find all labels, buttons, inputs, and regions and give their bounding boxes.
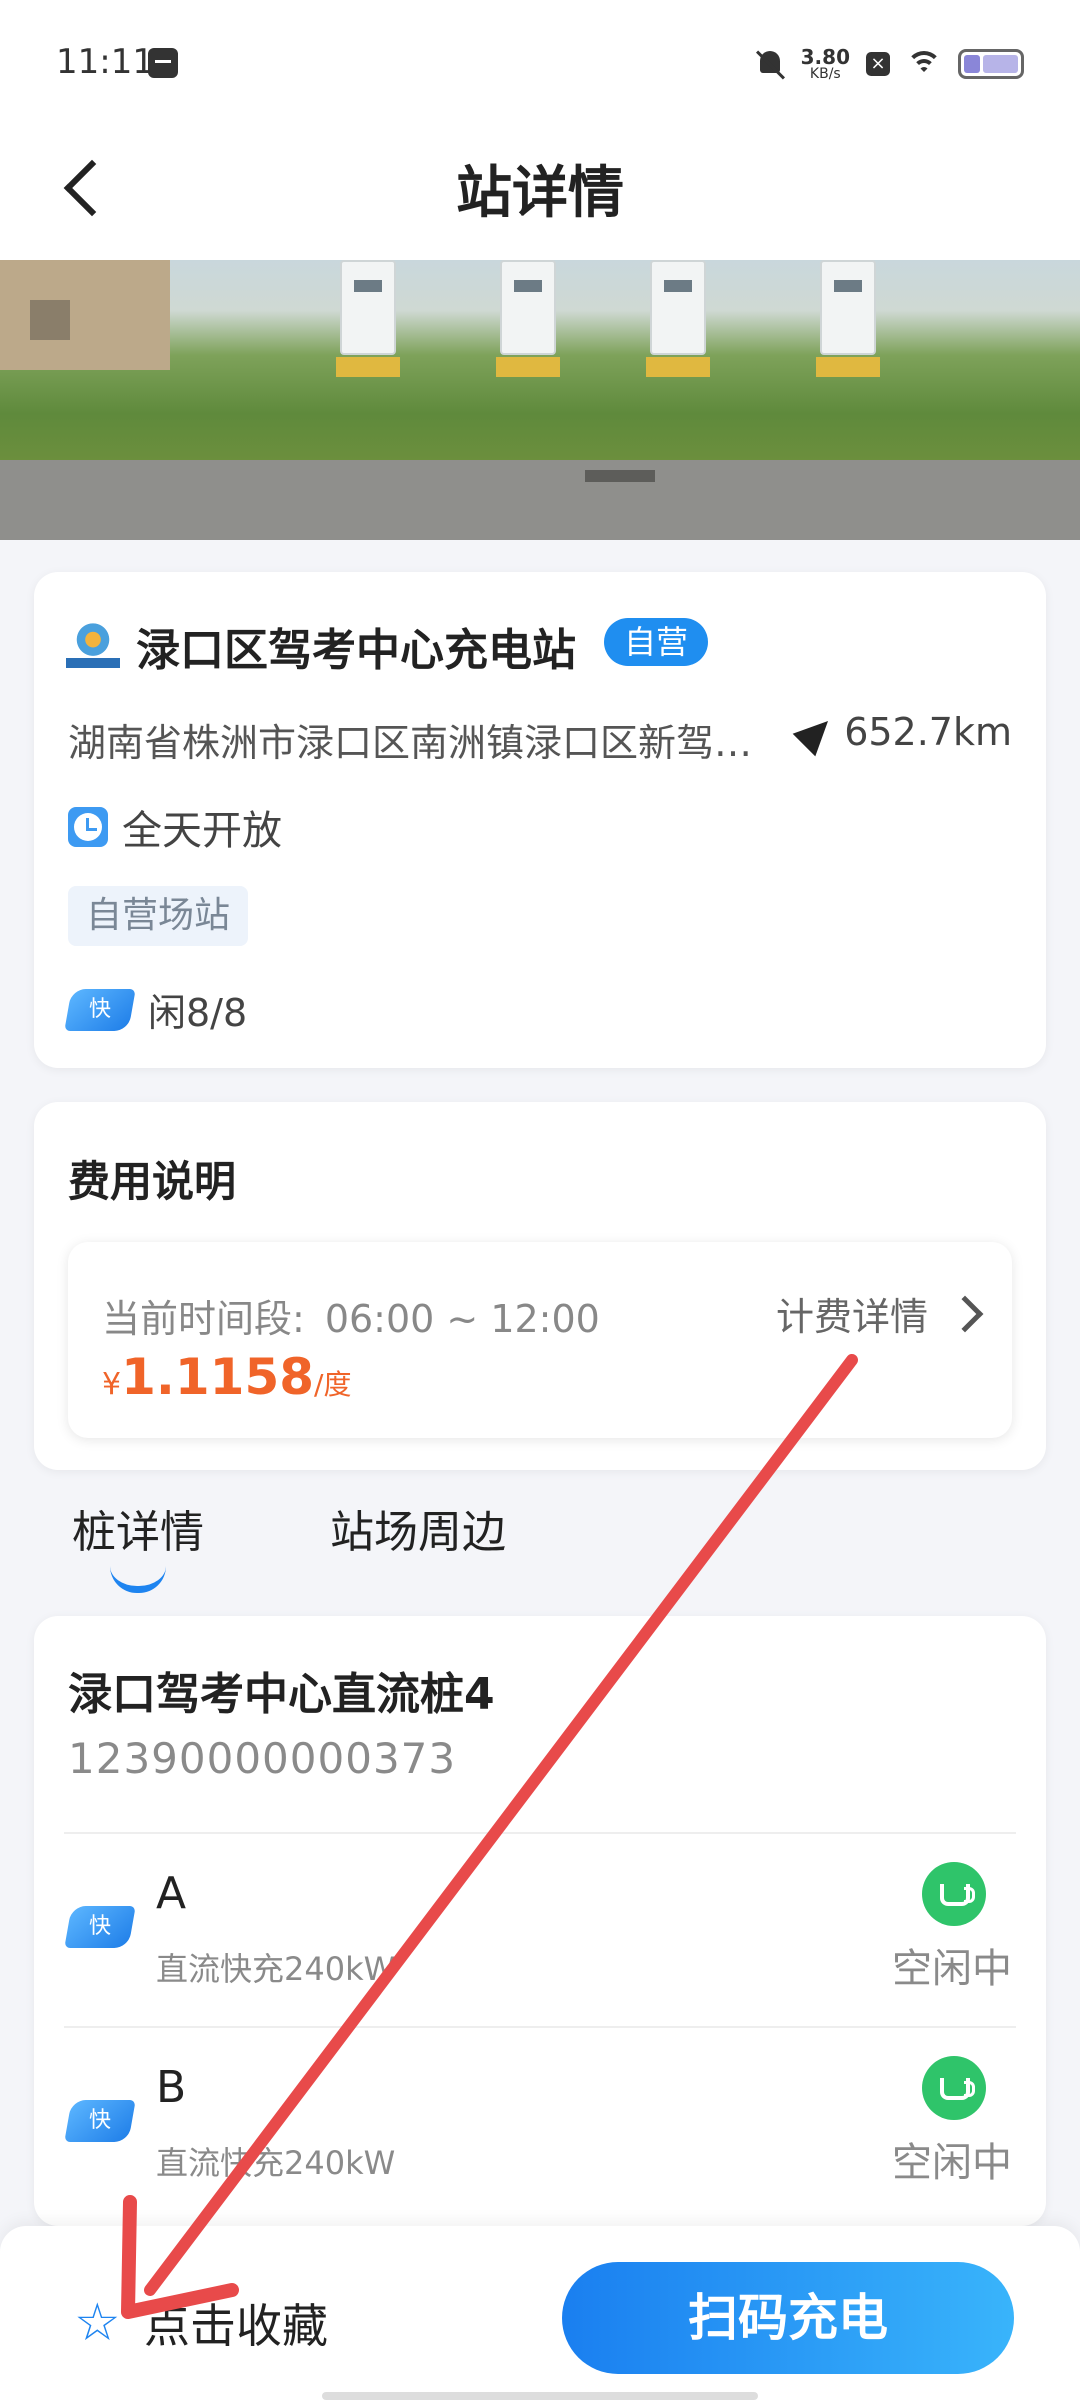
photo-charger <box>816 260 880 377</box>
tab-surroundings[interactable]: 站场周边 <box>330 1496 506 1560</box>
fee-detail-link[interactable]: 计费详情 <box>775 1286 984 1341</box>
favorite-button[interactable]: ☆ 点击收藏 <box>74 2290 328 2356</box>
tab-pile-details[interactable]: 桩详情 <box>72 1496 204 1593</box>
distance-value: 652.7km <box>844 710 1012 754</box>
connector-state: 空闲中 <box>892 2140 1012 2186</box>
current-period-value: 06:00 ~ 12:00 <box>324 1297 600 1341</box>
photo-drain <box>585 470 655 482</box>
connector-name: A <box>156 1868 187 1919</box>
chevron-right-icon <box>946 1295 984 1332</box>
connector-name: B <box>156 2062 187 2113</box>
x-box-icon: × <box>866 52 890 76</box>
fast-charge-badge: 快 <box>64 988 136 1031</box>
navigation-arrow-icon <box>798 714 834 750</box>
home-indicator <box>322 2392 758 2400</box>
fast-charge-label: 快 <box>88 1914 111 1939</box>
idle-count-row: 快 闲8/8 <box>64 982 248 1037</box>
favorite-label: 点击收藏 <box>144 2299 328 2353</box>
scan-to-charge-button[interactable]: 扫码充电 <box>562 2262 1014 2374</box>
current-period-label: 当前时间段: <box>102 1297 305 1341</box>
connector-power: 直流快充240kW <box>156 2144 396 2182</box>
bell-off-icon <box>755 48 785 80</box>
bottom-action-bar: ☆ 点击收藏 扫码充电 <box>0 2226 1080 2408</box>
idle-count: 闲8/8 <box>148 991 248 1035</box>
station-photo <box>0 260 1080 540</box>
connector-state: 空闲中 <box>892 1946 1012 1992</box>
pile-number: 12390000000373 <box>68 1734 457 1783</box>
idle-cup-icon <box>922 2056 986 2120</box>
current-price: ¥1.1158/度 <box>102 1348 351 1406</box>
battery-icon <box>958 49 1024 79</box>
price-unit: /度 <box>314 1368 352 1401</box>
fast-charge-badge: 快 <box>64 2100 136 2142</box>
connector-item[interactable]: 快 A 直流快充240kW 空闲中 <box>34 1834 1046 2024</box>
price-currency: ¥ <box>102 1367 122 1402</box>
photo-charger <box>646 260 710 377</box>
fee-card: 费用说明 当前时间段: 06:00 ~ 12:00 计费详情 ¥1.1158/度 <box>34 1102 1046 1470</box>
price-value: 1.1158 <box>121 1348 315 1406</box>
pile-name: 渌口驾考中心直流桩4 <box>68 1669 495 1720</box>
idle-cup-icon <box>922 1862 986 1926</box>
page-title: 站详情 <box>456 161 624 226</box>
detail-tabs: 桩详情 站场周边 <box>0 1496 1080 1593</box>
fast-charge-badge: 快 <box>64 1906 136 1948</box>
opening-hours: 全天开放 <box>68 798 282 856</box>
app-header: 站详情 <box>0 126 1080 260</box>
opening-hours-text: 全天开放 <box>122 808 282 854</box>
fee-title: 费用说明 <box>68 1157 237 1206</box>
photo-charger <box>496 260 560 377</box>
network-speed: 3.80 KB/s <box>801 47 850 81</box>
navigate-distance[interactable]: 652.7km <box>798 710 1012 754</box>
status-time: 11:11 <box>56 42 154 82</box>
connector-item[interactable]: 快 B 直流快充240kW 空闲中 <box>34 2028 1046 2218</box>
station-name: 渌口区驾考中心充电站 <box>136 625 576 676</box>
station-tag: 自营场站 <box>68 886 249 946</box>
network-speed-value: 3.80 <box>800 45 850 69</box>
status-indicators: 3.80 KB/s × <box>755 44 1024 84</box>
photo-road <box>0 460 1080 540</box>
wifi-icon <box>906 49 942 79</box>
notification-app-icon <box>148 48 178 78</box>
status-bar: 11:11 3.80 KB/s × <box>0 0 1080 126</box>
photo-charger <box>336 260 400 377</box>
clock-icon <box>68 807 108 847</box>
current-period: 当前时间段: 06:00 ~ 12:00 <box>102 1288 600 1343</box>
network-speed-unit: KB/s <box>809 66 841 82</box>
fee-detail-label: 计费详情 <box>775 1295 928 1339</box>
operator-logo-icon <box>66 618 120 672</box>
station-address[interactable]: 湖南省株洲市渌口区南洲镇渌口区新驾… <box>68 712 768 767</box>
station-info-card: 渌口区驾考中心充电站 自营 湖南省株洲市渌口区南洲镇渌口区新驾… 652.7km… <box>34 572 1046 1068</box>
pile-card: 渌口驾考中心直流桩4 12390000000373 快 A 直流快充240kW … <box>34 1616 1046 2226</box>
self-operated-badge: 自营 <box>604 618 709 666</box>
photo-building <box>0 260 170 370</box>
fast-charge-label: 快 <box>88 996 111 1022</box>
connector-power: 直流快充240kW <box>156 1950 396 1988</box>
fee-summary[interactable]: 当前时间段: 06:00 ~ 12:00 计费详情 ¥1.1158/度 <box>68 1242 1012 1438</box>
star-icon: ☆ <box>74 2293 121 2353</box>
fast-charge-label: 快 <box>88 2108 111 2133</box>
